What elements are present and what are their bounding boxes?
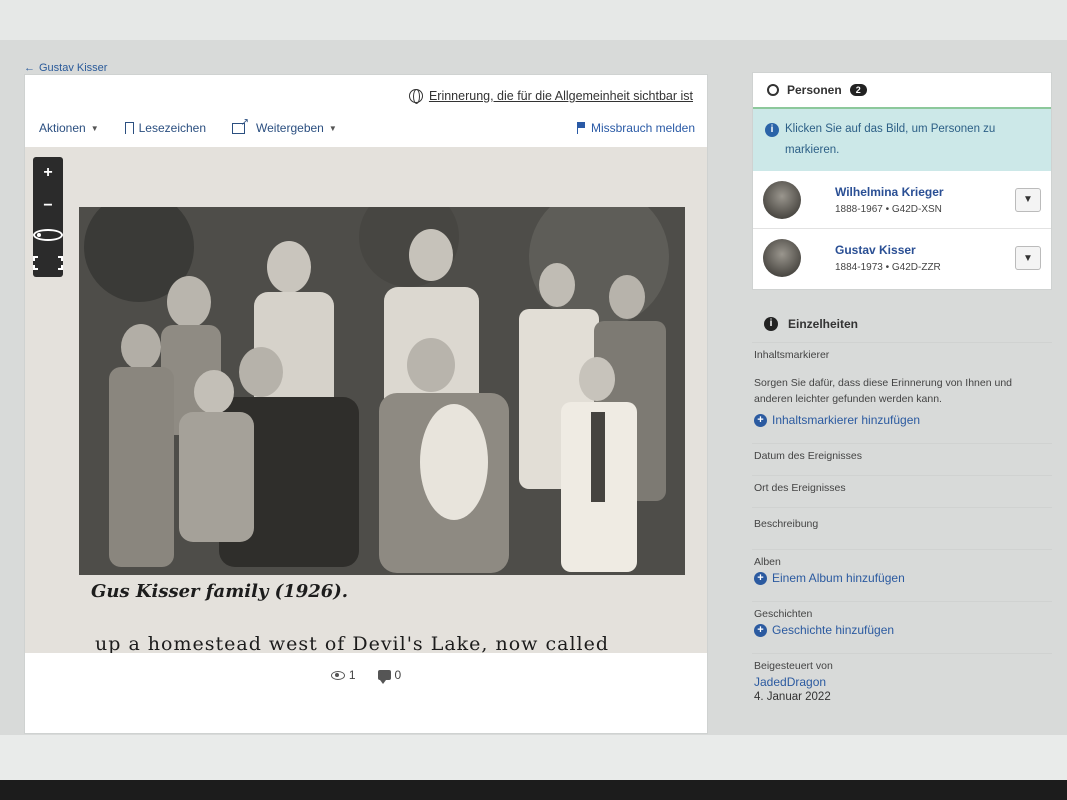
- person-meta: 1888-1967 • G42D-XSN: [835, 203, 942, 215]
- add-album-label: Einem Album hinzufügen: [772, 571, 905, 585]
- target-icon: [33, 229, 63, 242]
- persons-title: Personen: [787, 83, 842, 97]
- event-date-section[interactable]: Datum des Ereignisses: [752, 443, 1052, 475]
- person-row[interactable]: Gustav Kisser 1884-1973 • G42D-ZZR ▼: [753, 229, 1051, 287]
- report-abuse-link[interactable]: Missbrauch melden: [576, 121, 695, 135]
- comment-icon: [377, 670, 391, 684]
- persons-count-badge: 2: [849, 84, 867, 96]
- bookmark-icon: [124, 122, 134, 137]
- back-arrow-icon: ←: [24, 62, 35, 74]
- stories-section: Geschichten + Geschichte hinzufügen: [752, 601, 1052, 653]
- avatar[interactable]: [763, 180, 801, 219]
- bookmark-label: Lesezeichen: [138, 121, 207, 135]
- albums-section: Alben + Einem Album hinzufügen: [752, 549, 1052, 601]
- info-icon: i: [764, 317, 778, 331]
- tags-label: Inhaltsmarkierer: [754, 349, 830, 361]
- details-header: i Einzelheiten: [752, 306, 1052, 342]
- person-row[interactable]: Wilhelmina Krieger 1888-1967 • G42D-XSN …: [753, 171, 1051, 229]
- actions-menu[interactable]: Aktionen ▼: [39, 121, 99, 135]
- contributed-date: 4. Januar 2022: [754, 691, 831, 703]
- bookmark-button[interactable]: Lesezeichen: [124, 121, 207, 137]
- person-menu-button[interactable]: ▼: [1015, 187, 1041, 212]
- tags-section: Inhaltsmarkierer Sorgen Sie dafür, dass …: [752, 342, 1052, 435]
- share-menu[interactable]: Weitergeben ▼: [232, 117, 337, 135]
- add-tag-label: Inhaltsmarkierer hinzufügen: [772, 413, 921, 427]
- comments-stat[interactable]: 0: [377, 665, 402, 685]
- zoom-in-button[interactable]: +: [33, 164, 63, 182]
- family-photo[interactable]: [79, 207, 685, 575]
- description-label: Beschreibung: [754, 518, 819, 530]
- fullscreen-icon: [33, 255, 63, 270]
- contributor-section: Beigesteuert von JadedDragon 4. Januar 2…: [752, 653, 1052, 703]
- person-meta: 1884-1973 • G42D-ZZR: [835, 262, 941, 273]
- book-text-line: up a homestead west of Devil's Lake, now…: [95, 633, 610, 653]
- person-info: Wilhelmina Krieger 1888-1967 • G42D-XSN: [835, 185, 1015, 215]
- browser-top-strip: [0, 0, 1067, 40]
- breadcrumb[interactable]: ← Gustav Kisser: [24, 62, 107, 74]
- caret-down-icon: ▼: [328, 123, 337, 133]
- share-label: Weitergeben: [256, 121, 324, 135]
- persons-header: Personen 2: [753, 73, 1051, 109]
- report-label: Missbrauch melden: [590, 121, 695, 135]
- monitor-bezel: [0, 780, 1067, 800]
- recenter-button[interactable]: [33, 229, 63, 242]
- person-menu-button[interactable]: ▼: [1015, 246, 1041, 270]
- event-place-label: Ort des Ereignisses: [754, 482, 846, 494]
- person-name[interactable]: Wilhelmina Krieger: [835, 185, 1015, 199]
- memory-stats: 1 0: [25, 665, 707, 685]
- avatar[interactable]: [763, 239, 801, 277]
- event-date-label: Datum des Ereignisses: [754, 450, 862, 462]
- description-section[interactable]: Beschreibung: [752, 507, 1052, 549]
- person-info: Gustav Kisser 1884-1973 • G42D-ZZR: [835, 243, 1015, 273]
- views-stat: 1: [330, 665, 356, 685]
- contributed-label: Beigesteuert von: [754, 660, 833, 672]
- visibility-notice[interactable]: Erinnerung, die für die Allgemeinheit si…: [408, 89, 693, 104]
- add-story-link[interactable]: + Geschichte hinzufügen: [754, 623, 1052, 637]
- tag-hint-box: i Klicken Sie auf das Bild, um Personen …: [753, 109, 1051, 171]
- chevron-down-icon: ▼: [1023, 194, 1033, 205]
- details-title: Einzelheiten: [788, 317, 859, 331]
- photo-caption: Gus Kisser family (1926).: [91, 581, 349, 602]
- memory-card: Erinnerung, die für die Allgemeinheit si…: [24, 74, 708, 734]
- plus-circle-icon: +: [754, 571, 767, 585]
- person-icon: [767, 84, 779, 96]
- fullscreen-button[interactable]: [33, 255, 63, 270]
- persons-panel: Personen 2 i Klicken Sie auf das Bild, u…: [752, 72, 1052, 290]
- caret-down-icon: ▼: [90, 123, 99, 133]
- plus-circle-icon: +: [754, 623, 767, 637]
- memory-toolbar: Aktionen ▼ Lesezeichen Weitergeben ▼ Mis…: [39, 117, 695, 139]
- details-panel: i Einzelheiten Inhaltsmarkierer Sorgen S…: [752, 306, 1052, 703]
- stories-label: Geschichten: [754, 608, 813, 620]
- flag-icon: [576, 122, 586, 134]
- visibility-label[interactable]: Erinnerung, die für die Allgemeinheit si…: [429, 89, 693, 103]
- image-viewer[interactable]: + − Gus Kisser family (1926). up a homes…: [25, 147, 707, 653]
- globe-icon: [408, 89, 423, 104]
- breadcrumb-label[interactable]: Gustav Kisser: [39, 62, 107, 74]
- albums-label: Alben: [754, 556, 781, 568]
- zoom-controls: + −: [33, 157, 63, 277]
- eye-icon: [330, 670, 345, 680]
- chevron-down-icon: ▼: [1023, 252, 1033, 264]
- zoom-out-button[interactable]: −: [33, 197, 63, 215]
- plus-circle-icon: +: [754, 413, 767, 427]
- contributor-name[interactable]: JadedDragon: [754, 675, 1052, 689]
- family-photo-image: [79, 207, 685, 575]
- tags-description: Sorgen Sie dafür, dass diese Erinnerung …: [754, 377, 1013, 405]
- share-icon: [232, 117, 249, 134]
- actions-label: Aktionen: [39, 121, 86, 135]
- tag-hint-text: Klicken Sie auf das Bild, um Personen zu…: [785, 123, 996, 156]
- screen-bottom-area: [0, 735, 1067, 780]
- info-icon: i: [765, 123, 779, 137]
- add-album-link[interactable]: + Einem Album hinzufügen: [754, 571, 1052, 585]
- person-name[interactable]: Gustav Kisser: [835, 243, 1015, 257]
- views-count: 1: [348, 668, 356, 682]
- event-place-section[interactable]: Ort des Ereignisses: [752, 475, 1052, 507]
- add-tag-link[interactable]: + Inhaltsmarkierer hinzufügen: [754, 413, 1052, 427]
- comments-count: 0: [394, 668, 402, 682]
- add-story-label: Geschichte hinzufügen: [772, 623, 895, 637]
